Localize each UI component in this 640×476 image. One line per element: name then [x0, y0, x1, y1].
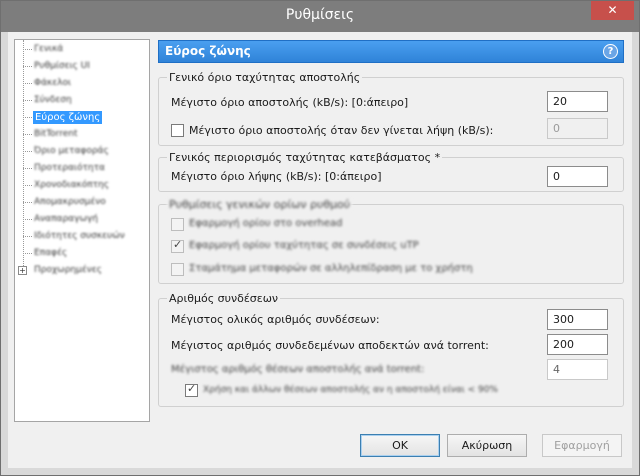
cancel-button[interactable]: Ακύρωση	[447, 434, 527, 457]
tree-item-general[interactable]: Γενικά	[23, 43, 148, 56]
total-connections-label: Μέγιστος ολικός αριθμός συνδέσεων:	[171, 313, 380, 326]
peers-per-torrent-input[interactable]: 200	[547, 334, 608, 355]
extra-slots-label: Χρήση και άλλων θέσεων αποστολής αν η απ…	[203, 385, 498, 395]
tree-item-folders[interactable]: Φάκελοι	[23, 77, 148, 90]
section-title: Εύρος ζώνης	[165, 44, 251, 58]
settings-tree[interactable]: Γενικά Ρυθμίσεις UI Φάκελοι Σύνδεση Εύρο…	[14, 39, 150, 422]
apply-button: Εφαρμογή	[542, 434, 622, 457]
peers-per-torrent-label: Μέγιστος αριθμός συνδεδεμένων αποδεκτών …	[171, 339, 489, 352]
window-title: Ρυθμίσεις	[285, 7, 355, 23]
total-connections-input[interactable]: 300	[547, 309, 608, 330]
tree-item-connection[interactable]: Σύνδεση	[23, 94, 148, 107]
upload-max-label: Μέγιστο όριο αποστολής (kB/s): [0:άπειρο…	[171, 96, 409, 109]
stop-transfers-checkbox[interactable]	[171, 263, 184, 276]
upload-slots-label: Μέγιστος αριθμός θέσεων αποστολής ανά to…	[171, 364, 425, 375]
download-group-title: Γενικός περιορισμός ταχύτητας κατεβάσματ…	[167, 151, 443, 164]
ok-button[interactable]: OK	[360, 434, 440, 457]
global-limits-group: Ρυθμίσεις γενικών ορίων ρυθμού Εφαρμογή …	[158, 198, 624, 284]
utp-label: Εφαρμογή ορίου ταχύτητας σε συνδέσεις uT…	[189, 240, 419, 251]
tree-item-bittorrent[interactable]: BitTorrent	[23, 128, 148, 141]
close-button[interactable]: ✕	[591, 0, 634, 20]
utp-checkbox[interactable]	[171, 238, 184, 253]
upload-group: Γενικό όριο ταχύτητας αποστολής Μέγιστο …	[158, 71, 624, 146]
upload-group-title: Γενικό όριο ταχύτητας αποστολής	[167, 71, 363, 84]
tree-item-scheduler[interactable]: Χρονοδιακόπτης	[23, 179, 148, 192]
title-bar: Ρυθμίσεις ✕	[0, 0, 640, 32]
tree-item-ui[interactable]: Ρυθμίσεις UI	[23, 60, 148, 73]
section-header: Εύρος ζώνης ?	[158, 40, 624, 63]
tree-item-queueing[interactable]: Προτεραιότητα	[23, 162, 148, 175]
dialog-body: Γενικά Ρυθμίσεις UI Φάκελοι Σύνδεση Εύρο…	[8, 32, 632, 468]
download-max-label: Μέγιστο όριο λήψης (kB/s): [0:άπειρο]	[171, 170, 382, 183]
tree-item-transfer-cap[interactable]: Όριο μεταφοράς	[23, 145, 148, 158]
extra-slots-checkbox[interactable]	[185, 382, 198, 397]
tree-item-advanced[interactable]: + Προχωρημένες	[18, 264, 148, 277]
connections-group-title: Αριθμός συνδέσεων	[167, 292, 281, 305]
global-limits-title: Ρυθμίσεις γενικών ορίων ρυθμού	[167, 198, 353, 211]
connections-group: Αριθμός συνδέσεων Μέγιστος ολικός αριθμό…	[158, 292, 624, 407]
overhead-checkbox[interactable]	[171, 218, 184, 231]
tree-item-bandwidth[interactable]: Εύρος ζώνης	[23, 111, 148, 124]
upload-alt-input: 0	[547, 118, 608, 139]
tree-item-devices[interactable]: Ιδιότητες συσκευών	[23, 230, 148, 243]
upload-alt-checkbox[interactable]	[171, 124, 184, 137]
upload-slots-input[interactable]: 4	[547, 359, 608, 380]
stop-transfers-label: Σταμάτημα μεταφορών σε αλληλεπίδραση με …	[189, 263, 473, 274]
tree-item-remote[interactable]: Απομακρυσμένο	[23, 196, 148, 209]
expand-icon[interactable]: +	[18, 266, 27, 275]
tree-item-contacts[interactable]: Επαφές	[23, 247, 148, 260]
tree-item-playback[interactable]: Αναπαραγωγή	[23, 213, 148, 226]
download-group: Γενικός περιορισμός ταχύτητας κατεβάσματ…	[158, 151, 624, 192]
download-max-input[interactable]: 0	[547, 166, 608, 187]
overhead-label: Εφαρμογή ορίου στο overhead	[189, 218, 343, 229]
upload-max-input[interactable]: 20	[547, 91, 608, 112]
help-icon[interactable]: ?	[603, 44, 618, 59]
upload-alt-label: Μέγιστο όριο αποστολής όταν δεν γίνεται …	[189, 124, 494, 137]
